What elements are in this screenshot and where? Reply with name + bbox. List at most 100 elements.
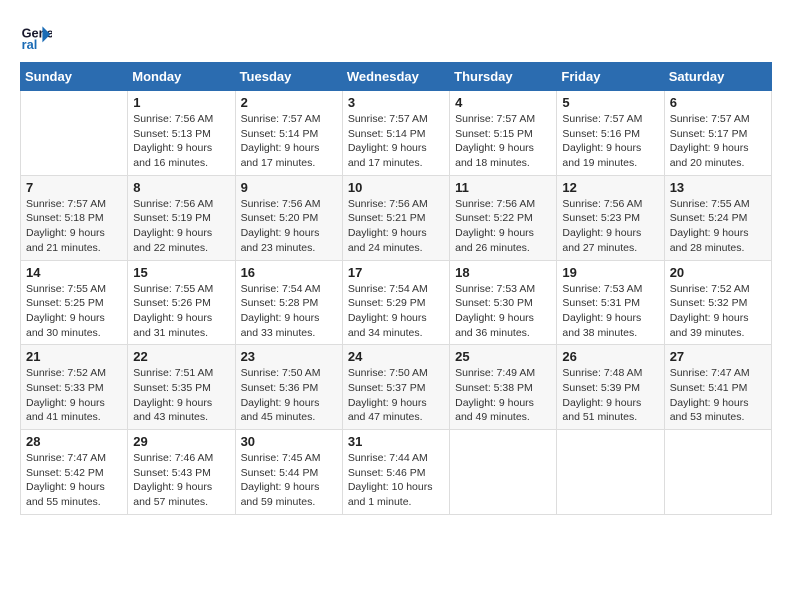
day-number: 11 (455, 180, 551, 195)
calendar-cell: 23 Sunrise: 7:50 AM Sunset: 5:36 PM Dayli… (235, 345, 342, 430)
day-number: 3 (348, 95, 444, 110)
calendar-cell: 10 Sunrise: 7:56 AM Sunset: 5:21 PM Dayli… (342, 175, 449, 260)
calendar-cell: 29 Sunrise: 7:46 AM Sunset: 5:43 PM Dayli… (128, 430, 235, 515)
day-number: 23 (241, 349, 337, 364)
day-info: Sunrise: 7:53 AM Sunset: 5:31 PM Dayligh… (562, 282, 658, 341)
calendar-cell: 21 Sunrise: 7:52 AM Sunset: 5:33 PM Dayli… (21, 345, 128, 430)
calendar-table: SundayMondayTuesdayWednesdayThursdayFrid… (20, 62, 772, 515)
calendar-cell: 5Sunrise: 7:57 AM Sunset: 5:16 PM Daylig… (557, 91, 664, 176)
calendar-cell: 15 Sunrise: 7:55 AM Sunset: 5:26 PM Dayli… (128, 260, 235, 345)
calendar-cell (21, 91, 128, 176)
calendar-week-row: 28 Sunrise: 7:47 AM Sunset: 5:42 PM Dayli… (21, 430, 772, 515)
day-info: Sunrise: 7:57 AM Sunset: 5:14 PM Dayligh… (241, 112, 337, 171)
day-number: 10 (348, 180, 444, 195)
day-info: Sunrise: 7:57 AM Sunset: 5:17 PM Dayligh… (670, 112, 766, 171)
day-info: Sunrise: 7:56 AM Sunset: 5:21 PM Dayligh… (348, 197, 444, 256)
calendar-cell: 17 Sunrise: 7:54 AM Sunset: 5:29 PM Dayli… (342, 260, 449, 345)
calendar-cell: 20 Sunrise: 7:52 AM Sunset: 5:32 PM Dayli… (664, 260, 771, 345)
page-header: Gene ral (20, 20, 772, 52)
weekday-header-thursday: Thursday (450, 63, 557, 91)
day-info: Sunrise: 7:45 AM Sunset: 5:44 PM Dayligh… (241, 451, 337, 510)
day-number: 24 (348, 349, 444, 364)
calendar-cell (557, 430, 664, 515)
calendar-cell (450, 430, 557, 515)
day-number: 18 (455, 265, 551, 280)
day-info: Sunrise: 7:51 AM Sunset: 5:35 PM Dayligh… (133, 366, 229, 425)
logo: Gene ral (20, 20, 56, 52)
day-number: 21 (26, 349, 122, 364)
calendar-cell: 13 Sunrise: 7:55 AM Sunset: 5:24 PM Dayli… (664, 175, 771, 260)
calendar-cell: 26Sunrise: 7:48 AM Sunset: 5:39 PM Dayli… (557, 345, 664, 430)
calendar-cell: 3Sunrise: 7:57 AM Sunset: 5:14 PM Daylig… (342, 91, 449, 176)
day-number: 29 (133, 434, 229, 449)
calendar-cell: 19 Sunrise: 7:53 AM Sunset: 5:31 PM Dayli… (557, 260, 664, 345)
day-number: 28 (26, 434, 122, 449)
day-number: 13 (670, 180, 766, 195)
calendar-week-row: 14 Sunrise: 7:55 AM Sunset: 5:25 PM Dayli… (21, 260, 772, 345)
calendar-cell: 24 Sunrise: 7:50 AM Sunset: 5:37 PM Dayli… (342, 345, 449, 430)
calendar-cell: 1Sunrise: 7:56 AM Sunset: 5:13 PM Daylig… (128, 91, 235, 176)
calendar-cell: 18 Sunrise: 7:53 AM Sunset: 5:30 PM Dayli… (450, 260, 557, 345)
day-info: Sunrise: 7:47 AM Sunset: 5:42 PM Dayligh… (26, 451, 122, 510)
calendar-cell: 22 Sunrise: 7:51 AM Sunset: 5:35 PM Dayli… (128, 345, 235, 430)
day-number: 31 (348, 434, 444, 449)
day-number: 4 (455, 95, 551, 110)
day-info: Sunrise: 7:57 AM Sunset: 5:15 PM Dayligh… (455, 112, 551, 171)
day-info: Sunrise: 7:50 AM Sunset: 5:36 PM Dayligh… (241, 366, 337, 425)
day-number: 20 (670, 265, 766, 280)
day-number: 6 (670, 95, 766, 110)
day-number: 25 (455, 349, 551, 364)
weekday-header-row: SundayMondayTuesdayWednesdayThursdayFrid… (21, 63, 772, 91)
day-info: Sunrise: 7:49 AM Sunset: 5:38 PM Dayligh… (455, 366, 551, 425)
day-number: 14 (26, 265, 122, 280)
day-info: Sunrise: 7:56 AM Sunset: 5:22 PM Dayligh… (455, 197, 551, 256)
calendar-cell: 30Sunrise: 7:45 AM Sunset: 5:44 PM Dayli… (235, 430, 342, 515)
calendar-cell: 9 Sunrise: 7:56 AM Sunset: 5:20 PM Daylig… (235, 175, 342, 260)
day-info: Sunrise: 7:56 AM Sunset: 5:20 PM Dayligh… (241, 197, 337, 256)
day-info: Sunrise: 7:57 AM Sunset: 5:18 PM Dayligh… (26, 197, 122, 256)
day-number: 9 (241, 180, 337, 195)
day-number: 17 (348, 265, 444, 280)
day-number: 19 (562, 265, 658, 280)
day-info: Sunrise: 7:57 AM Sunset: 5:16 PM Dayligh… (562, 112, 658, 171)
logo-icon: Gene ral (20, 20, 52, 52)
calendar-cell: 11 Sunrise: 7:56 AM Sunset: 5:22 PM Dayli… (450, 175, 557, 260)
day-info: Sunrise: 7:52 AM Sunset: 5:33 PM Dayligh… (26, 366, 122, 425)
day-number: 1 (133, 95, 229, 110)
calendar-cell: 25 Sunrise: 7:49 AM Sunset: 5:38 PM Dayli… (450, 345, 557, 430)
calendar-cell (664, 430, 771, 515)
calendar-cell: 12Sunrise: 7:56 AM Sunset: 5:23 PM Dayli… (557, 175, 664, 260)
weekday-header-wednesday: Wednesday (342, 63, 449, 91)
svg-text:ral: ral (22, 37, 38, 52)
day-info: Sunrise: 7:55 AM Sunset: 5:25 PM Dayligh… (26, 282, 122, 341)
calendar-cell: 27Sunrise: 7:47 AM Sunset: 5:41 PM Dayli… (664, 345, 771, 430)
calendar-cell: 28 Sunrise: 7:47 AM Sunset: 5:42 PM Dayli… (21, 430, 128, 515)
weekday-header-tuesday: Tuesday (235, 63, 342, 91)
day-number: 2 (241, 95, 337, 110)
day-info: Sunrise: 7:53 AM Sunset: 5:30 PM Dayligh… (455, 282, 551, 341)
calendar-cell: 7Sunrise: 7:57 AM Sunset: 5:18 PM Daylig… (21, 175, 128, 260)
day-info: Sunrise: 7:55 AM Sunset: 5:26 PM Dayligh… (133, 282, 229, 341)
calendar-week-row: 7Sunrise: 7:57 AM Sunset: 5:18 PM Daylig… (21, 175, 772, 260)
day-info: Sunrise: 7:54 AM Sunset: 5:29 PM Dayligh… (348, 282, 444, 341)
calendar-cell: 2 Sunrise: 7:57 AM Sunset: 5:14 PM Daylig… (235, 91, 342, 176)
day-info: Sunrise: 7:56 AM Sunset: 5:23 PM Dayligh… (562, 197, 658, 256)
weekday-header-friday: Friday (557, 63, 664, 91)
day-info: Sunrise: 7:55 AM Sunset: 5:24 PM Dayligh… (670, 197, 766, 256)
day-number: 27 (670, 349, 766, 364)
day-info: Sunrise: 7:56 AM Sunset: 5:19 PM Dayligh… (133, 197, 229, 256)
day-number: 22 (133, 349, 229, 364)
day-number: 8 (133, 180, 229, 195)
weekday-header-saturday: Saturday (664, 63, 771, 91)
calendar-week-row: 21 Sunrise: 7:52 AM Sunset: 5:33 PM Dayli… (21, 345, 772, 430)
day-number: 26 (562, 349, 658, 364)
day-number: 15 (133, 265, 229, 280)
day-info: Sunrise: 7:44 AM Sunset: 5:46 PM Dayligh… (348, 451, 444, 510)
day-info: Sunrise: 7:50 AM Sunset: 5:37 PM Dayligh… (348, 366, 444, 425)
calendar-cell: 8 Sunrise: 7:56 AM Sunset: 5:19 PM Daylig… (128, 175, 235, 260)
calendar-week-row: 1Sunrise: 7:56 AM Sunset: 5:13 PM Daylig… (21, 91, 772, 176)
day-info: Sunrise: 7:52 AM Sunset: 5:32 PM Dayligh… (670, 282, 766, 341)
day-number: 16 (241, 265, 337, 280)
weekday-header-monday: Monday (128, 63, 235, 91)
day-info: Sunrise: 7:46 AM Sunset: 5:43 PM Dayligh… (133, 451, 229, 510)
